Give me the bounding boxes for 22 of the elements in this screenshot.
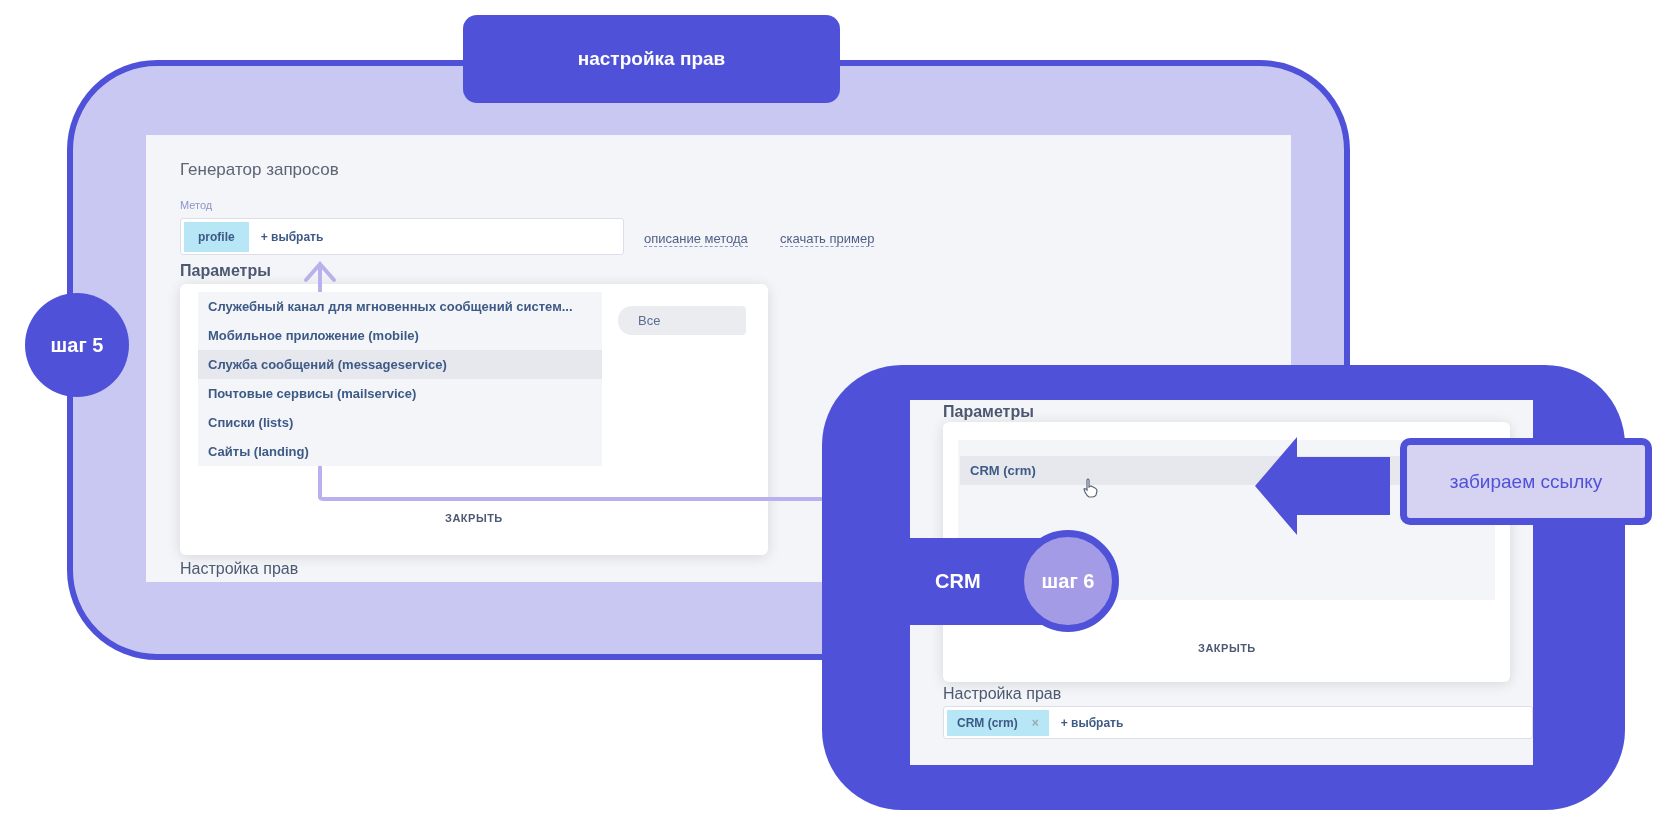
panel-title: Генератор запросов (180, 160, 339, 180)
left-arrow-icon (1255, 437, 1390, 535)
dashed-link[interactable]: скачать пример (780, 231, 875, 247)
rights-field[interactable]: CRM (crm) × + выбрать (943, 706, 1533, 739)
callout-label: забираем ссылку (1400, 438, 1652, 525)
dashed-link[interactable]: описание метода (644, 231, 748, 247)
filter-tab[interactable]: Все (618, 306, 746, 335)
add-link[interactable]: + выбрать (1060, 715, 1124, 730)
close-button[interactable]: ЗАКРЫТЬ (1198, 642, 1256, 654)
section-heading: Параметры (943, 403, 1034, 421)
method-chip: profile (184, 221, 249, 252)
method-field[interactable]: profile + выбрать (180, 218, 624, 255)
hand-cursor-icon (1083, 478, 1099, 498)
dropdown-item[interactable]: Служба сообщений (messageservice) (198, 350, 602, 379)
section-heading: Настройка прав (943, 685, 1062, 703)
step-badge: шаг 5 (25, 293, 129, 397)
field-label: Метод (180, 199, 213, 211)
section-heading: Параметры (180, 262, 271, 280)
chip-label: CRM (crm) (957, 715, 1018, 730)
close-button[interactable]: ЗАКРЫТЬ (445, 512, 503, 524)
section-heading: Настройка прав (180, 560, 299, 578)
add-link[interactable]: + выбрать (260, 229, 324, 244)
